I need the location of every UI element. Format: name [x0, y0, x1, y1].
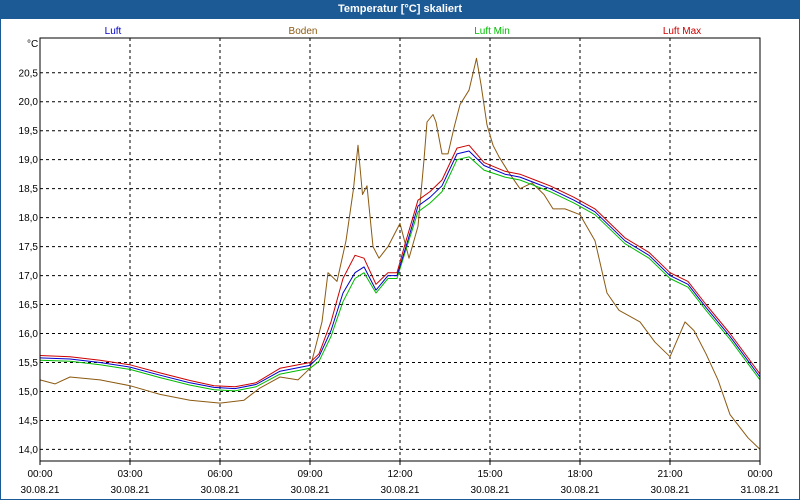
y-tick-label: 17,0	[19, 271, 39, 282]
x-tick-date: 31.08.21	[741, 485, 780, 496]
y-tick-label: 14,0	[19, 445, 39, 456]
x-tick-date: 30.08.21	[291, 485, 330, 496]
y-tick-label: 18,5	[19, 184, 39, 195]
x-tick-time: 09:00	[297, 469, 322, 480]
x-tick-time: 00:00	[747, 469, 772, 480]
chart-window: Temperatur [°C] skaliert 14,0 14,5 15,0 15,…	[0, 0, 800, 500]
x-tick-date: 30.08.21	[21, 485, 60, 496]
grid	[40, 38, 760, 461]
x-tick-time: 06:00	[207, 469, 232, 480]
y-tick-label: 19,5	[19, 126, 39, 137]
x-tick-date: 30.08.21	[201, 485, 240, 496]
x-tick-time: 15:00	[477, 469, 502, 480]
temperature-chart: 14,0 14,5 15,0 15,5 16,0 16,5 17,0 17,5 18,0 18,5…	[19, 26, 780, 496]
y-tick-label: 16,0	[19, 329, 39, 340]
x-tick-time: 21:00	[657, 469, 682, 480]
x-tick-date: 30.08.21	[111, 485, 150, 496]
x-tick-time: 12:00	[387, 469, 412, 480]
x-tick-time: 03:00	[117, 469, 142, 480]
y-tick-label: 20,5	[19, 68, 39, 79]
x-tick-time: 18:00	[567, 469, 592, 480]
y-tick-label: 17,5	[19, 242, 39, 253]
x-tick-date: 30.08.21	[561, 485, 600, 496]
y-tick-label: 15,0	[19, 387, 39, 398]
legend-boden: Boden	[289, 26, 318, 37]
y-tick-label: 18,0	[19, 213, 39, 224]
legend-luft-min: Luft Min	[474, 26, 510, 37]
y-tick-label: 16,5	[19, 300, 39, 311]
legend-luft-max: Luft Max	[663, 26, 701, 37]
x-tick-time: 00:00	[27, 469, 52, 480]
x-tick-date: 30.08.21	[471, 485, 510, 496]
y-tick-label: 20,0	[19, 97, 39, 108]
legend: Luft Boden Luft Min Luft Max	[105, 26, 702, 37]
x-tick-date: 30.08.21	[651, 485, 690, 496]
legend-luft: Luft	[105, 26, 122, 37]
y-axis-unit: °C	[27, 39, 38, 50]
y-tick-label: 15,5	[19, 358, 39, 369]
x-tick-date: 30.08.21	[381, 485, 420, 496]
y-tick-label: 19,0	[19, 155, 39, 166]
y-tick-label: 14,5	[19, 416, 39, 427]
